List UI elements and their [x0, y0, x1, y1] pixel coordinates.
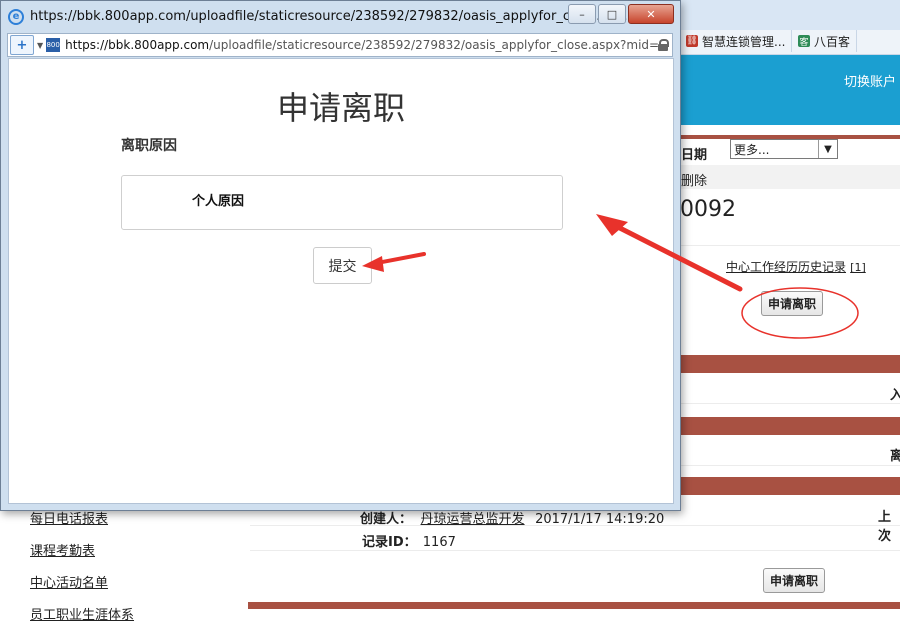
- filter-label: 日期: [681, 148, 708, 163]
- divider: [680, 465, 900, 466]
- reason-field[interactable]: 个人原因: [121, 175, 563, 230]
- history-row: 中心工作经历历史记录 [1]: [726, 258, 866, 275]
- sidebar-item-career-system[interactable]: 员工职业生涯体系: [30, 604, 134, 623]
- site-favicon-icon: 800: [46, 38, 61, 52]
- record-id-row: 记录ID： 1167: [362, 531, 456, 550]
- tab-label: 智慧连锁管理...: [702, 34, 786, 49]
- select-value: 更多...: [734, 142, 770, 157]
- section-bar: [680, 355, 900, 373]
- divider: [680, 245, 900, 246]
- divider: [250, 525, 900, 526]
- new-tab-plus-icon[interactable]: +: [10, 35, 34, 55]
- tab-800app[interactable]: 客 八百客: [792, 30, 858, 52]
- switch-account-link[interactable]: 切换账户: [844, 71, 896, 90]
- apply-resign-button-bottom[interactable]: 申请离职: [763, 568, 826, 593]
- apply-resign-button[interactable]: 申请离职: [761, 291, 824, 316]
- tab-label: 八百客: [814, 34, 851, 49]
- record-id-label: 记录ID：: [362, 535, 417, 550]
- popup-titlebar[interactable]: e https://bbk.800app.com/uploadfile/stat…: [1, 1, 680, 32]
- submit-button[interactable]: 提交: [313, 247, 372, 284]
- record-number: 0092: [680, 197, 736, 222]
- chevron-down-icon[interactable]: ▼: [37, 41, 43, 50]
- minimize-icon[interactable]: –: [568, 4, 596, 24]
- window-controls: – □ ✕: [568, 4, 674, 24]
- popup-content: 申请离职 离职原因 个人原因 提交: [8, 58, 674, 504]
- address-bar[interactable]: + ▼ 800 https://bbk.800app.com/uploadfil…: [7, 33, 673, 57]
- ie-browser-icon: e: [8, 8, 24, 25]
- chevron-down-icon: ▼: [818, 140, 837, 158]
- divider: [680, 403, 900, 404]
- history-count[interactable]: [1]: [850, 261, 866, 274]
- section-bar: [680, 477, 900, 495]
- form-title: 申请离职: [276, 89, 405, 127]
- url-path: /uploadfile/staticresource/238592/279832…: [209, 38, 658, 52]
- history-link[interactable]: 中心工作经历历史记录: [726, 260, 846, 274]
- section-bar: [248, 602, 900, 609]
- popup-title: https://bbk.800app.com/uploadfile/static…: [30, 9, 636, 24]
- reason-value: 个人原因: [192, 194, 245, 209]
- popup-window: e https://bbk.800app.com/uploadfile/stat…: [0, 0, 681, 511]
- divider: [250, 550, 900, 551]
- maximize-icon[interactable]: □: [598, 4, 626, 24]
- date-filter: 日期: [681, 144, 707, 163]
- action-row: 删除: [680, 165, 900, 189]
- tab-smart-chain[interactable]: ⛓ 智慧连锁管理...: [680, 30, 793, 52]
- chain-icon: ⛓: [686, 35, 698, 47]
- section-bar: [680, 417, 900, 435]
- record-id-value: 1167: [422, 535, 456, 550]
- reason-label: 离职原因: [121, 138, 177, 154]
- field-label: 离: [890, 449, 900, 464]
- 800app-icon: 客: [798, 35, 810, 48]
- field-label: 入: [890, 388, 900, 403]
- delete-link[interactable]: 删除: [681, 170, 707, 189]
- more-select[interactable]: 更多... ▼: [730, 139, 838, 159]
- url-host: https://bbk.800app.com: [65, 38, 210, 52]
- sidebar-item-course-attendance[interactable]: 课程考勤表: [30, 540, 95, 559]
- close-icon[interactable]: ✕: [628, 4, 674, 24]
- url-text[interactable]: https://bbk.800app.com/uploadfile/static…: [65, 38, 658, 52]
- lock-icon: [658, 39, 669, 51]
- sidebar-item-center-activity[interactable]: 中心活动名单: [30, 572, 108, 591]
